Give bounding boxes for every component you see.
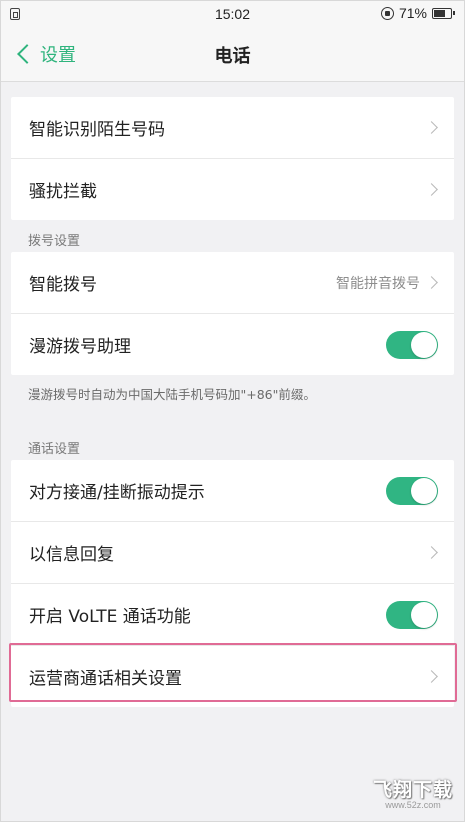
battery-fill [434,9,445,17]
vibrate-toggle[interactable] [386,477,438,505]
row-label: 开启 VoLTE 通话功能 [29,607,191,627]
row-carrier-call-settings[interactable]: 运营商通话相关设置 [11,646,454,707]
volte-toggle[interactable] [386,601,438,629]
row-roaming-assistant: 漫游拨号助理 [11,314,454,375]
status-bar: 15:02 71% [1,1,464,29]
row-reply-with-message[interactable]: 以信息回复 [11,522,454,584]
row-label: 智能拨号 [29,275,97,295]
row-volte: 开启 VoLTE 通话功能 [11,584,454,646]
battery-percent: 71% [398,5,427,21]
chevron-right-icon [425,546,438,559]
chevron-right-icon [425,121,438,134]
card-dial-settings: 智能拨号 智能拼音拨号 漫游拨号助理 [11,252,454,375]
row-label: 以信息回复 [29,545,114,565]
section-header-call: 通话设置 [28,442,81,457]
rotation-lock-icon [380,6,394,20]
row-label: 运营商通话相关设置 [29,669,182,689]
chevron-right-icon [425,670,438,683]
watermark-sub: www.52z.com [385,800,441,810]
page-title: 电话 [214,46,251,67]
row-label: 智能识别陌生号码 [29,120,165,140]
row-label: 对方接通/挂断振动提示 [29,483,205,503]
row-smart-dial[interactable]: 智能拨号 智能拼音拨号 [11,252,454,314]
row-vibrate-on-connect: 对方接通/挂断振动提示 [11,460,454,522]
toggle-knob [411,602,437,628]
watermark-main: 飞翔下载 [372,779,453,801]
watermark-logo: 飞翔下载 www.52z.com [373,775,453,810]
row-harassment-block[interactable]: 骚扰拦截 [11,159,454,220]
chevron-right-icon [425,276,438,289]
toggle-knob [411,478,437,504]
roaming-note: 漫游拨号时自动为中国大陆手机号码加"+86"前缀。 [28,387,316,402]
row-label: 骚扰拦截 [29,182,97,202]
card-call-settings: 对方接通/挂断振动提示 以信息回复 开启 VoLTE 通话功能 运营商通话相关设… [11,460,454,707]
toggle-knob [411,332,437,358]
battery-icon [432,7,455,19]
section-header-dial: 拨号设置 [28,234,81,249]
roaming-toggle[interactable] [386,331,438,359]
card-caller-protection: 智能识别陌生号码 骚扰拦截 [11,97,454,220]
nav-bar: 设置 电话 [1,29,464,82]
smart-dial-value: 智能拼音拨号 [336,276,420,292]
row-label: 漫游拨号助理 [29,337,131,357]
chevron-right-icon [425,183,438,196]
row-identify-unknown-numbers[interactable]: 智能识别陌生号码 [11,97,454,159]
